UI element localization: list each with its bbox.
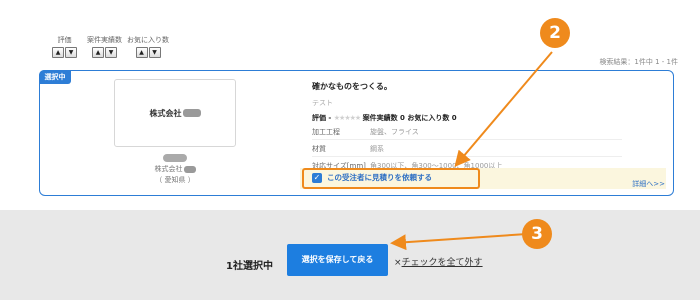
sort-desc-button[interactable]: ▼ [148,47,161,58]
sort-project-count: 案件実績数 ▲ ▼ [87,36,122,58]
annotation-marker-2: 2 [540,18,570,48]
tagline: テスト [312,99,333,107]
page: 評価 ▲ ▼ 案件実績数 ▲ ▼ お気に入り数 ▲ ▼ 検索結果：1件中 1 -… [0,0,700,300]
sort-asc-button[interactable]: ▲ [52,47,64,58]
sort-label: お気に入り数 [127,36,169,44]
close-icon: × [394,258,402,268]
company-info: 確かなものをつくる。 テスト 評価 - ★★★★★ 案件実績数 0 お気に入り数… [312,81,652,174]
logo-text: 株式会社 [150,108,201,119]
save-selection-button[interactable]: 選択を保存して戻る [287,244,388,276]
favorites-count: お気に入り数 0 [407,114,457,122]
attribute-row: 材質 鋼系 [312,144,622,157]
annotation-highlight-box [302,168,480,189]
detail-link[interactable]: 詳細へ>> [632,179,665,189]
sort-asc-button[interactable]: ▲ [135,47,148,58]
company-name[interactable]: 株式会社 [140,164,210,174]
annotation-marker-3: 3 [522,219,552,249]
sort-label: 案件実績数 [87,36,122,44]
selection-footer: 1社選択中 選択を保存して戻る ×チェックを全て外す [0,210,700,300]
star-rating-icon: ★★★★★ [333,114,361,122]
attribute-row: 加工工程 旋盤、フライス [312,127,622,140]
supplier-card: 選択中 株式会社 株式会社 （ 愛知県 ） 確かなものをつくる。 テスト 評価 … [39,70,674,196]
sort-desc-button[interactable]: ▼ [65,47,77,58]
redacted-block [183,165,196,173]
redacted-block [182,109,201,117]
project-count: 案件実績数 0 [362,114,405,122]
result-count: 検索結果：1件中 1 - 1件 [599,58,678,66]
uncheck-all-link[interactable]: ×チェックを全て外す [394,255,483,268]
company-prefecture: （ 愛知県 ） [155,176,195,184]
catchphrase: 確かなものをつくる。 [312,82,392,91]
selected-badge: 選択中 [39,70,71,84]
sort-favorites: お気に入り数 ▲ ▼ [127,36,169,58]
company-logo: 株式会社 [114,79,236,147]
sort-rating: 評価 ▲ ▼ [52,36,77,58]
selected-count: 1社選択中 [226,261,273,272]
sort-label: 評価 [57,36,72,44]
sort-desc-button[interactable]: ▼ [105,47,117,58]
rating-row: 評価 - ★★★★★ 案件実績数 0 お気に入り数 0 [312,114,457,122]
sort-asc-button[interactable]: ▲ [92,47,104,58]
redacted-block [163,154,187,162]
